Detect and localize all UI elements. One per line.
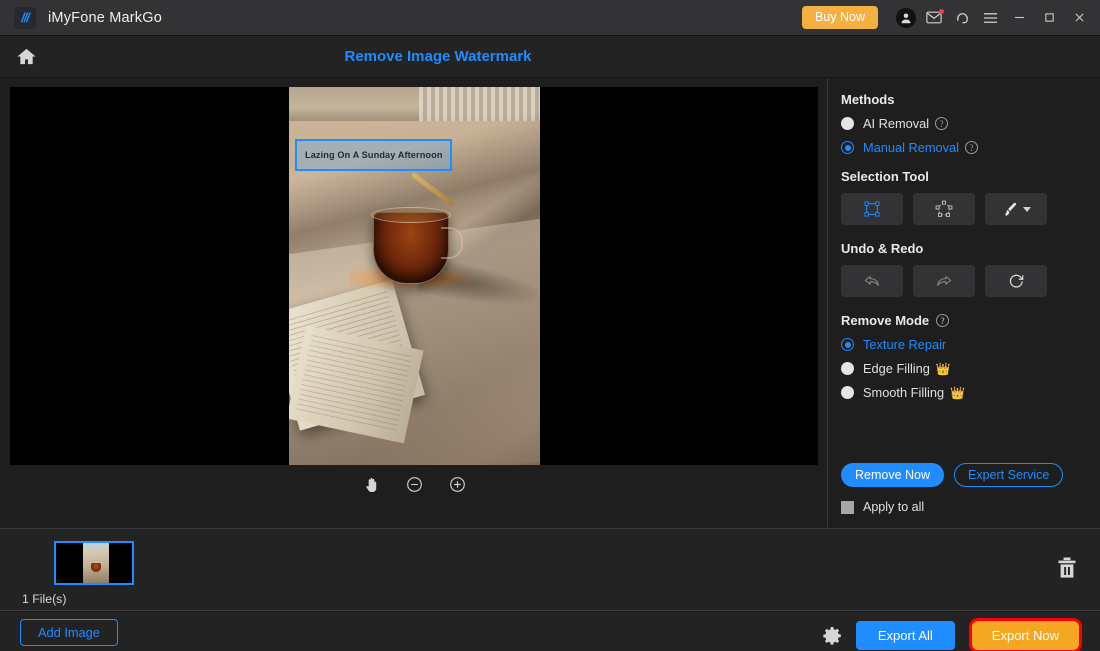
- methods-section-title: Methods: [841, 92, 895, 107]
- undo-redo-buttons: [841, 265, 1100, 297]
- method-label-manual-removal: Manual Removal: [863, 140, 960, 155]
- remove-now-button[interactable]: Remove Now: [841, 463, 945, 487]
- method-option-manual-removal[interactable]: Manual Removal ?: [841, 140, 1100, 155]
- mail-icon[interactable]: [920, 0, 948, 36]
- titlebar-controls: Buy Now: [801, 0, 1100, 36]
- remove-mode-label-texture-repair: Texture Repair: [863, 337, 947, 352]
- premium-crown-icon: 👑: [950, 385, 966, 400]
- radio-ai-removal[interactable]: [841, 117, 854, 130]
- photo-book-page-lines: [296, 335, 413, 432]
- logo-glyph: ///: [21, 10, 30, 25]
- radio-edge-filling[interactable]: [841, 362, 854, 375]
- remove-mode-section-title: Remove Mode ?: [841, 313, 1100, 328]
- title-bar: /// iMyFone MarkGo Buy Now: [0, 0, 1100, 36]
- apply-to-all-checkbox[interactable]: [841, 500, 854, 514]
- buy-now-button[interactable]: Buy Now: [801, 5, 878, 30]
- export-now-button[interactable]: Export Now: [971, 621, 1079, 650]
- page-title: Remove Image Watermark: [344, 48, 532, 65]
- page-header: Remove Image Watermark: [0, 36, 1100, 78]
- mail-notification-dot: [939, 8, 944, 14]
- support-headset-icon[interactable]: [948, 0, 976, 36]
- account-icon[interactable]: [892, 0, 920, 36]
- method-option-ai-removal[interactable]: AI Removal ?: [841, 116, 1100, 131]
- brush-select-tool[interactable]: [985, 193, 1047, 225]
- radio-texture-repair[interactable]: [841, 338, 854, 351]
- selection-tool-buttons: [841, 193, 1100, 225]
- remove-mode-option-smooth-filling[interactable]: Smooth Filling 👑: [841, 385, 1100, 400]
- zoom-in-button[interactable]: [449, 476, 466, 493]
- chevron-down-icon[interactable]: [1022, 206, 1031, 212]
- help-icon-manual-removal[interactable]: ?: [965, 141, 979, 154]
- file-thumbnail[interactable]: [54, 541, 134, 585]
- undo-redo-section-title: Undo & Redo: [841, 241, 924, 256]
- undo-button[interactable]: [841, 265, 903, 297]
- app-window: /// iMyFone MarkGo Buy Now Remove Image …: [0, 0, 1100, 651]
- watermark-text: Lazing On A Sunday Afternoon: [305, 150, 443, 160]
- maximize-icon[interactable]: [1034, 0, 1064, 36]
- trash-icon[interactable]: [1056, 556, 1078, 580]
- file-strip: 1 File(s): [0, 528, 1100, 611]
- tools-sidebar: Methods AI Removal ? Manual Removal ? Se…: [829, 78, 1100, 527]
- export-all-button[interactable]: Export All: [855, 621, 955, 650]
- premium-crown-icon: 👑: [935, 361, 951, 376]
- bottom-bar: Add Image Export All Export Now: [0, 612, 1100, 651]
- gear-icon[interactable]: [822, 626, 842, 646]
- thumbnail-cup: [91, 563, 101, 572]
- help-icon-ai-removal[interactable]: ?: [935, 117, 949, 130]
- pan-hand-tool[interactable]: [363, 476, 380, 493]
- photo-headboard-slats: [419, 87, 540, 121]
- zoom-out-button[interactable]: [406, 476, 423, 493]
- workspace: Lazing On A Sunday Afternoon Methods AI …: [0, 78, 1100, 527]
- reset-button[interactable]: [985, 265, 1047, 297]
- method-label-ai-removal: AI Removal: [863, 116, 930, 131]
- avatar: [896, 7, 916, 28]
- radio-manual-removal[interactable]: [841, 141, 854, 154]
- minimize-icon[interactable]: [1004, 0, 1034, 36]
- photo-cup-rim: [371, 207, 451, 223]
- bottom-bar-actions: Export All Export Now: [822, 618, 1083, 651]
- redo-button[interactable]: [913, 265, 975, 297]
- hamburger-menu-icon[interactable]: [976, 0, 1004, 36]
- remove-mode-label-smooth-filling: Smooth Filling: [863, 385, 945, 400]
- expert-service-button[interactable]: Expert Service: [954, 463, 1064, 487]
- remove-mode-option-edge-filling[interactable]: Edge Filling 👑: [841, 361, 1100, 376]
- close-icon[interactable]: [1064, 0, 1094, 36]
- remove-mode-title-text: Remove Mode: [841, 313, 930, 328]
- source-photo: Lazing On A Sunday Afternoon: [289, 87, 540, 465]
- help-icon-remove-mode[interactable]: ?: [936, 314, 950, 327]
- radio-smooth-filling[interactable]: [841, 386, 854, 399]
- apply-to-all-row[interactable]: Apply to all: [841, 500, 924, 514]
- apply-to-all-label: Apply to all: [863, 500, 925, 514]
- sidebar-action-buttons: Remove Now Expert Service: [841, 463, 1064, 487]
- file-count-label: 1 File(s): [22, 592, 67, 606]
- canvas-zoom-tools: [10, 476, 818, 493]
- markgo-logo-icon: ///: [14, 6, 36, 29]
- app-title: iMyFone MarkGo: [48, 9, 162, 26]
- selection-tool-section-title: Selection Tool: [841, 169, 929, 184]
- remove-mode-option-texture-repair[interactable]: Texture Repair: [841, 337, 1100, 352]
- add-image-button[interactable]: Add Image: [20, 619, 118, 646]
- remove-mode-label-edge-filling: Edge Filling: [863, 361, 930, 376]
- polygon-select-tool[interactable]: [913, 193, 975, 225]
- image-canvas[interactable]: Lazing On A Sunday Afternoon: [10, 87, 818, 465]
- export-now-highlight: Export Now: [968, 618, 1083, 651]
- watermark-selection-box[interactable]: Lazing On A Sunday Afternoon: [295, 139, 452, 171]
- thumbnail-image: [83, 543, 109, 583]
- canvas-area: Lazing On A Sunday Afternoon: [0, 78, 828, 527]
- rectangle-select-tool[interactable]: [841, 193, 903, 225]
- photo-headboard: [289, 87, 540, 121]
